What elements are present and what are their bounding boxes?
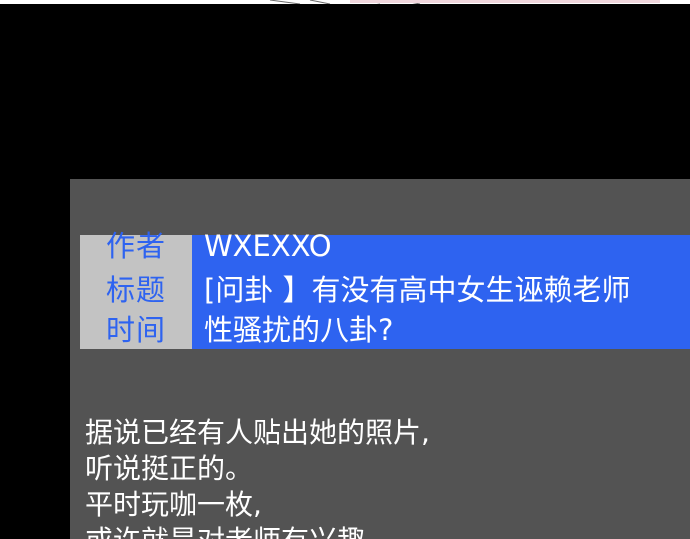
- header-label-column: 作者 标题 时间: [80, 229, 192, 349]
- time-label: 时间: [105, 313, 166, 347]
- time-value: 性骚扰的八卦?: [204, 313, 394, 347]
- body-line: 平时玩咖一枚,: [85, 488, 262, 521]
- author-label: 作者: [105, 229, 166, 263]
- post-header: 作者 标题 时间 WXEXXO [问卦 】有没有高中女生诬赖老师 性骚扰的八卦?: [80, 229, 690, 349]
- header-value-column: WXEXXO [问卦 】有没有高中女生诬赖老师 性骚扰的八卦?: [192, 229, 690, 349]
- body-line: 或许就是对老师有兴趣: [85, 523, 430, 539]
- top-image-edge: [0, 0, 690, 4]
- title-value: [问卦 】有没有高中女生诬赖老师: [204, 273, 631, 307]
- author-value: WXEXXO: [204, 229, 332, 263]
- sketch-image-fragment: [269, 0, 660, 4]
- post-panel: 作者 标题 时间 WXEXXO [问卦 】有没有高中女生诬赖老师 性骚扰的八卦?…: [70, 179, 690, 539]
- body-line: 听说挺正的。: [85, 452, 254, 485]
- title-label: 标题: [105, 273, 166, 307]
- post-body: 据说已经有人贴出她的照片, 听说挺正的。 平时玩咖一枚, 或许就是对老师有兴趣: [85, 415, 430, 539]
- body-line: 据说已经有人贴出她的照片,: [85, 416, 430, 449]
